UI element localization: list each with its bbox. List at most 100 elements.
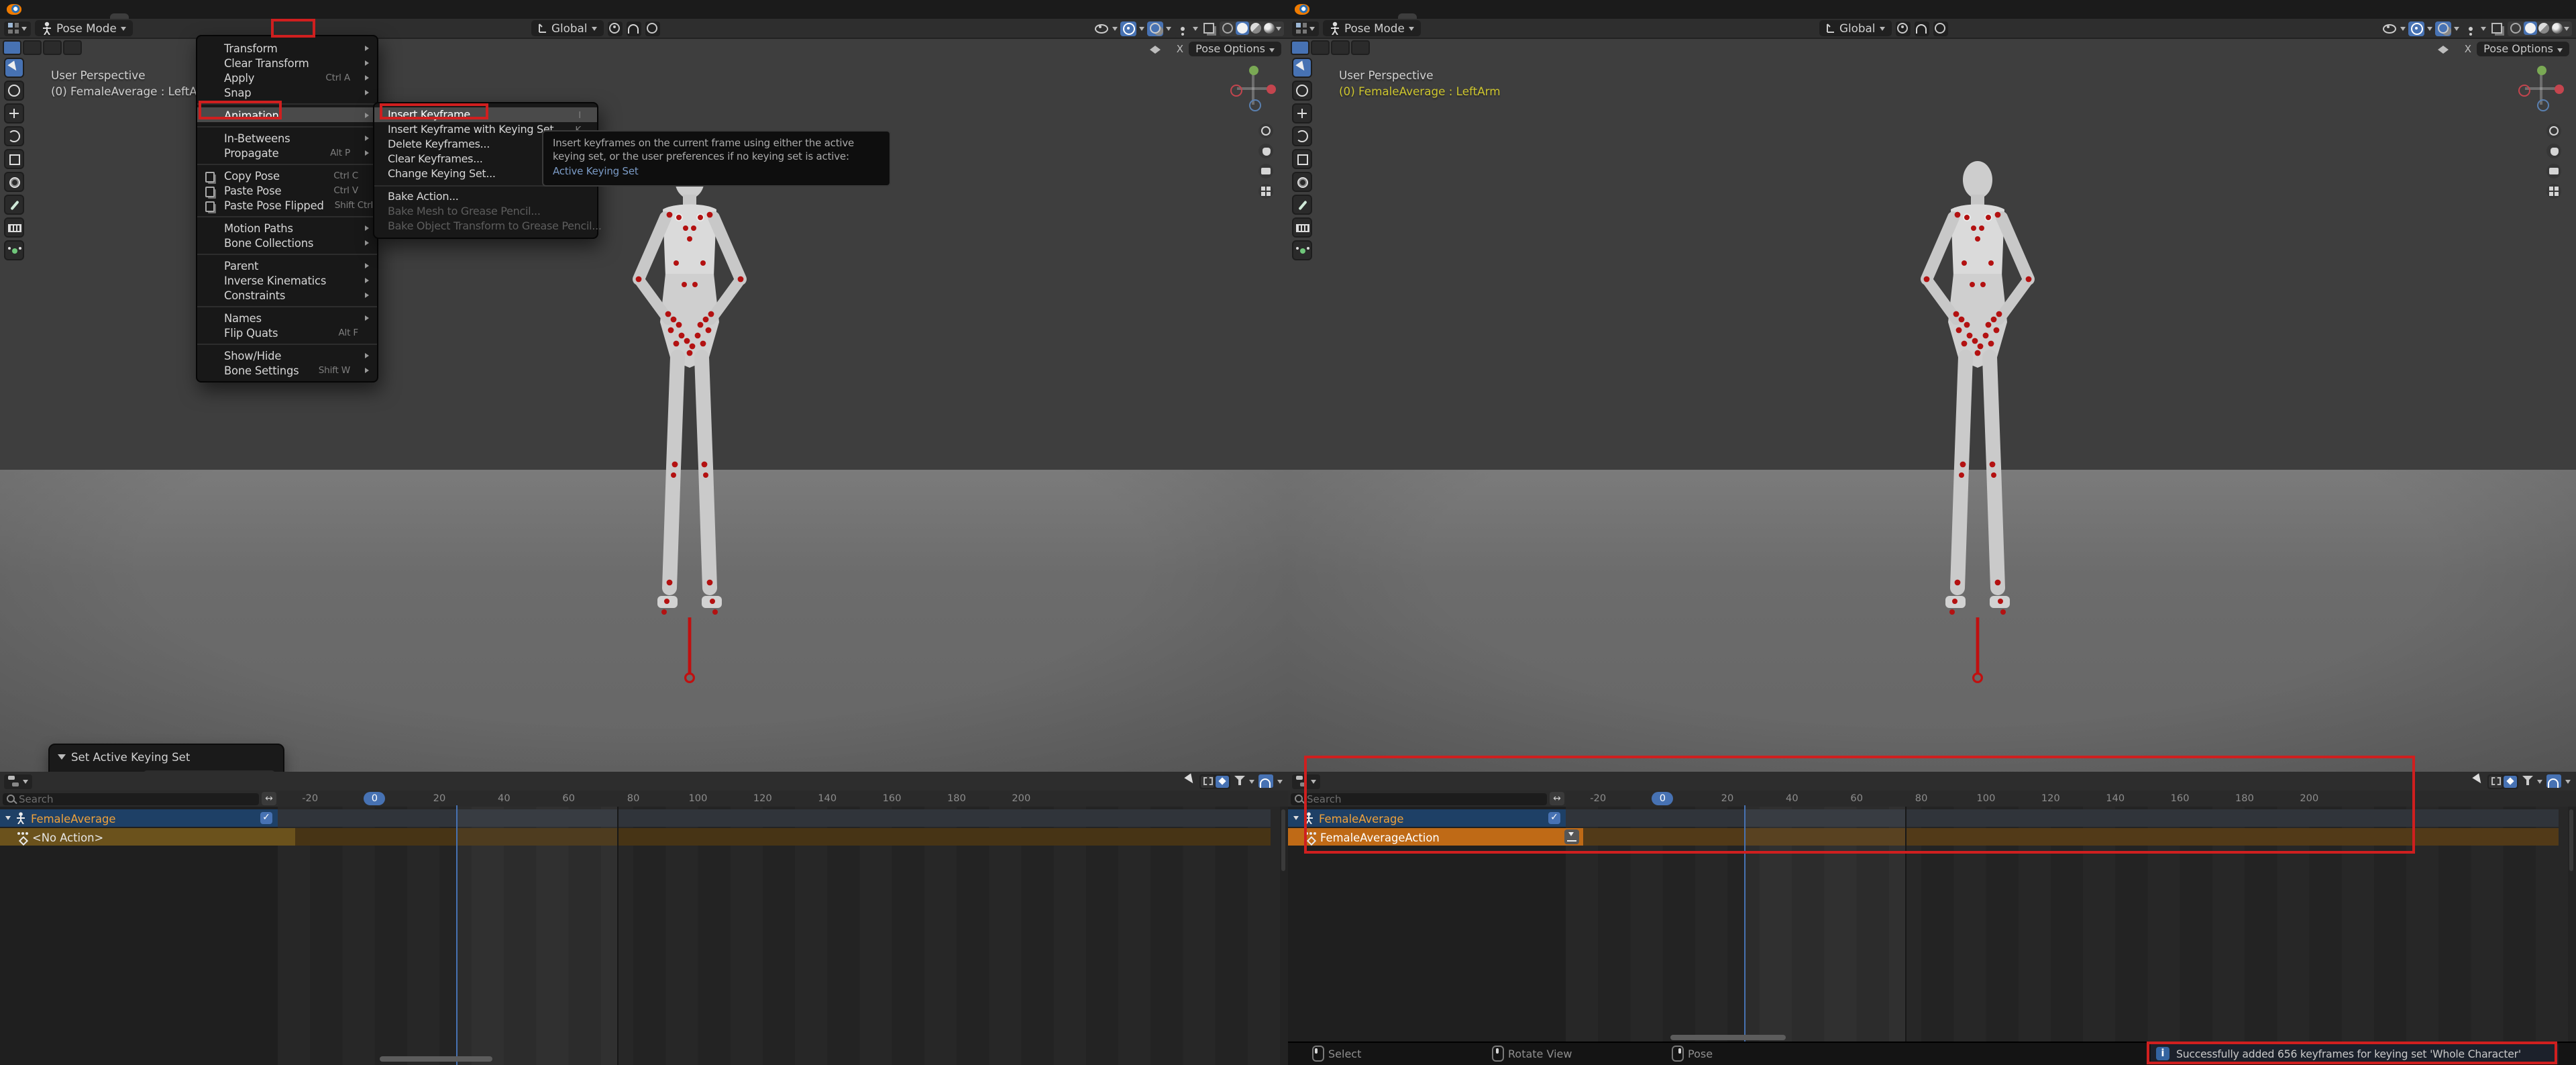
workspace-tab[interactable] — [317, 13, 330, 19]
keyframe-toggle[interactable] — [2504, 775, 2517, 787]
mode-selector[interactable]: Pose Mode — [1323, 20, 1421, 36]
menu-item[interactable]: Insert KeyframeI — [374, 107, 597, 122]
tweak-tool-icon[interactable] — [2472, 773, 2486, 789]
vertical-scrollbar[interactable] — [1281, 809, 1285, 871]
workspace-tab[interactable] — [1398, 13, 1417, 19]
box-select-button[interactable] — [1311, 40, 1330, 55]
measure-tool[interactable] — [1292, 217, 1312, 238]
menu-item[interactable] — [197, 305, 377, 307]
mirror-icon[interactable] — [1155, 46, 1165, 54]
menu-item[interactable]: Constraints — [197, 287, 377, 302]
axis-x-negative-handle[interactable] — [2518, 84, 2530, 96]
zoom-button[interactable] — [1258, 123, 1273, 138]
workspace-tab[interactable] — [1529, 13, 1548, 19]
character-model[interactable] — [609, 145, 770, 709]
topbar-menu[interactable] — [1340, 3, 1354, 16]
tweak-tool-icon[interactable] — [1184, 773, 1198, 789]
topbar-menu[interactable] — [25, 3, 39, 16]
orientation-selector[interactable]: Global — [1819, 20, 1891, 36]
current-frame-indicator[interactable]: 0 — [1024, 792, 1030, 804]
editor-type-button[interactable] — [1292, 774, 1320, 789]
rendered-shading-button[interactable] — [1263, 23, 1274, 34]
pan-button[interactable] — [1258, 144, 1273, 158]
workspace-tab[interactable] — [279, 13, 298, 19]
menu-item[interactable]: Bake Mesh to Grease Pencil... — [374, 204, 597, 219]
playhead-line[interactable] — [455, 805, 457, 1065]
navigation-gizmo[interactable] — [1229, 64, 1277, 113]
current-frame-indicator[interactable]: 0 — [1600, 792, 1606, 804]
visibility-button[interactable] — [2381, 21, 2398, 36]
axis-x-handle[interactable] — [1267, 84, 1276, 93]
workspace-tab[interactable] — [1417, 13, 1436, 19]
mirror-x-toggle[interactable]: X — [1177, 43, 1183, 55]
menu-item[interactable]: Flip QuatsAlt F — [197, 325, 377, 340]
mirror-x-toggle[interactable]: X — [2465, 43, 2471, 55]
rotate-tool[interactable] — [4, 126, 24, 146]
workspace-tab[interactable] — [1492, 13, 1511, 19]
blender-logo-icon[interactable] — [1295, 4, 1309, 15]
nla-grid[interactable]: -200020406080100120140160180200 — [278, 791, 1288, 1065]
pivot-point-button[interactable] — [607, 21, 622, 36]
menu-item[interactable] — [197, 125, 377, 127]
current-frame-indicator[interactable]: 0 — [1652, 792, 1673, 805]
workspace-tab[interactable] — [166, 13, 185, 19]
topbar-menu[interactable] — [79, 3, 93, 16]
horizontal-scrollbar[interactable] — [380, 1056, 492, 1061]
current-frame-indicator[interactable]: 0 — [1989, 792, 1995, 804]
menu-item[interactable] — [197, 163, 377, 164]
menu-item[interactable]: Copy PoseCtrl C — [197, 168, 377, 183]
current-frame-indicator[interactable]: 0 — [830, 792, 837, 804]
menu-item[interactable]: Motion Paths — [197, 220, 377, 235]
panel-title-row[interactable]: Set Active Keying Set — [58, 750, 275, 764]
pose-options-dropdown[interactable]: Pose Options — [1189, 42, 1281, 56]
current-frame-indicator[interactable]: 0 — [701, 792, 707, 804]
menu-item[interactable]: Clear Transform — [197, 55, 377, 70]
gizmos-button[interactable] — [1120, 21, 1136, 36]
menu-item[interactable]: Names — [197, 310, 377, 325]
menu-item[interactable] — [197, 103, 377, 104]
pose-breakdowner-tool[interactable] — [4, 240, 24, 260]
scale-tool[interactable] — [4, 149, 24, 169]
current-frame-indicator[interactable]: 0 — [1792, 792, 1798, 804]
workspace-tab[interactable] — [129, 13, 148, 19]
pose-display-button[interactable] — [1174, 21, 1190, 36]
menu-item[interactable]: Inverse Kinematics — [197, 272, 377, 287]
material-shading-button[interactable] — [2538, 23, 2549, 34]
menu-item[interactable]: Show/Hide — [197, 348, 377, 362]
menu-item[interactable]: Animation — [197, 107, 377, 122]
menu-item[interactable]: PropagateAlt P — [197, 145, 377, 160]
workspace-tab[interactable] — [1436, 13, 1454, 19]
character-model[interactable] — [1897, 145, 2058, 709]
workspace-tab[interactable] — [1511, 13, 1529, 19]
current-frame-indicator[interactable]: 0 — [2248, 792, 2254, 804]
current-frame-indicator[interactable]: 0 — [960, 792, 966, 804]
workspace-tab[interactable] — [1454, 13, 1473, 19]
current-frame-indicator[interactable]: 0 — [2118, 792, 2125, 804]
nla-grid[interactable]: -200020406080100120140160180200 — [1566, 791, 2576, 1043]
axis-x-handle[interactable] — [2555, 84, 2564, 93]
channel-object-row[interactable]: FemaleAverage ✓ — [0, 809, 278, 827]
vertical-scrollbar[interactable] — [2569, 809, 2573, 871]
collapse-chevron-icon[interactable] — [5, 816, 11, 823]
expand-channels-button[interactable]: ↔ — [262, 792, 276, 805]
current-frame-indicator[interactable]: 0 — [765, 792, 771, 804]
camera-view-button[interactable] — [2546, 164, 2561, 179]
xray-button[interactable] — [2489, 21, 2505, 36]
wireframe-shading-button[interactable] — [2510, 23, 2521, 34]
topbar-menu[interactable] — [1327, 3, 1340, 16]
xray-button[interactable] — [1201, 21, 1217, 36]
menu-item[interactable]: Paste Pose FlippedShift Ctrl V — [197, 197, 377, 212]
workspace-tab[interactable] — [110, 13, 129, 19]
annotate-tool[interactable] — [4, 195, 24, 215]
workspace-tab[interactable] — [1586, 13, 1605, 19]
zoom-button[interactable] — [2546, 123, 2561, 138]
scale-tool[interactable] — [1292, 149, 1312, 169]
pivot-point-button[interactable] — [1895, 21, 1910, 36]
menu-item[interactable]: ApplyCtrl A — [197, 70, 377, 85]
lasso-select-button[interactable] — [1351, 40, 1370, 55]
navigation-gizmo[interactable] — [2517, 64, 2565, 113]
expand-channels-button[interactable]: ↔ — [1550, 792, 1564, 805]
snapping-button[interactable] — [2546, 774, 2561, 788]
cursor-tool[interactable] — [4, 81, 24, 101]
workspace-tab[interactable] — [260, 13, 279, 19]
